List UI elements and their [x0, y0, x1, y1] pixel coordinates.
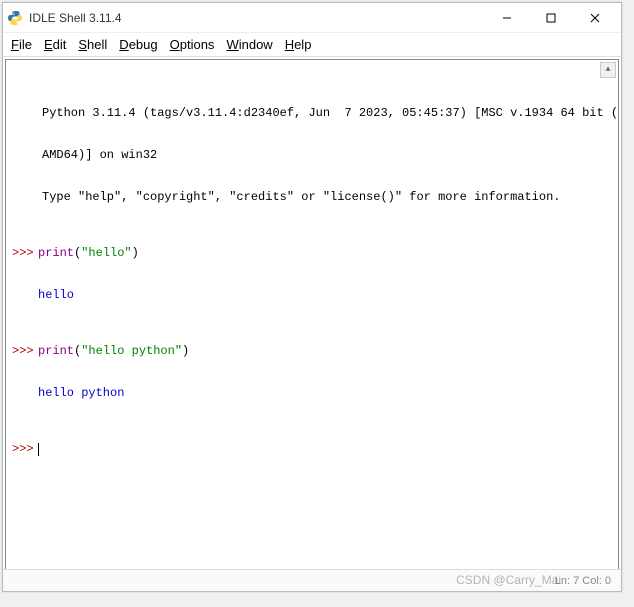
minimize-button[interactable] [485, 4, 529, 32]
close-button[interactable] [573, 4, 617, 32]
window-controls [485, 4, 617, 32]
stdout: hello python [38, 386, 616, 400]
menu-shell[interactable]: Shell [78, 37, 107, 52]
menu-help[interactable]: Help [285, 37, 312, 52]
string-literal: "hello python" [81, 344, 182, 358]
statusbar: CSDN @Carry_Mai Ln: 7 Col: 0 [3, 569, 621, 591]
shell-terminal[interactable]: ▲ Python 3.11.4 (tags/v3.11.4:d2340ef, J… [5, 59, 619, 571]
cursor-position: Ln: 7 Col: 0 [555, 575, 611, 587]
window-title: IDLE Shell 3.11.4 [29, 11, 485, 25]
prompt: >>> [8, 344, 38, 358]
python-banner-line: Type "help", "copyright", "credits" or "… [8, 190, 616, 204]
idle-window: IDLE Shell 3.11.4 File Edit Shell Debug … [2, 2, 622, 592]
menu-window[interactable]: Window [226, 37, 272, 52]
python-banner-line: Python 3.11.4 (tags/v3.11.4:d2340ef, Jun… [8, 106, 616, 120]
prompt: >>> [8, 246, 38, 260]
python-icon [7, 10, 23, 26]
maximize-button[interactable] [529, 4, 573, 32]
menubar: File Edit Shell Debug Options Window Hel… [3, 33, 621, 57]
scroll-up-icon[interactable]: ▲ [600, 62, 616, 78]
menu-file[interactable]: File [11, 37, 32, 52]
menu-edit[interactable]: Edit [44, 37, 66, 52]
builtin-func: print [38, 344, 74, 358]
text-cursor [38, 443, 39, 456]
input-line: >>> print("hello python") [8, 344, 616, 358]
builtin-func: print [38, 246, 74, 260]
titlebar: IDLE Shell 3.11.4 [3, 3, 621, 33]
paren: ) [182, 344, 189, 358]
input-line: >>> print("hello") [8, 246, 616, 260]
menu-debug[interactable]: Debug [119, 37, 157, 52]
watermark: CSDN @Carry_Mai [456, 573, 561, 587]
menu-options[interactable]: Options [170, 37, 215, 52]
stdout: hello [38, 288, 616, 302]
output-line: hello [8, 288, 616, 302]
prompt: >>> [8, 442, 38, 456]
current-input-line[interactable]: >>> [8, 442, 616, 456]
paren: ) [132, 246, 139, 260]
output-line: hello python [8, 386, 616, 400]
python-banner-line: AMD64)] on win32 [8, 148, 616, 162]
string-literal: "hello" [81, 246, 131, 260]
